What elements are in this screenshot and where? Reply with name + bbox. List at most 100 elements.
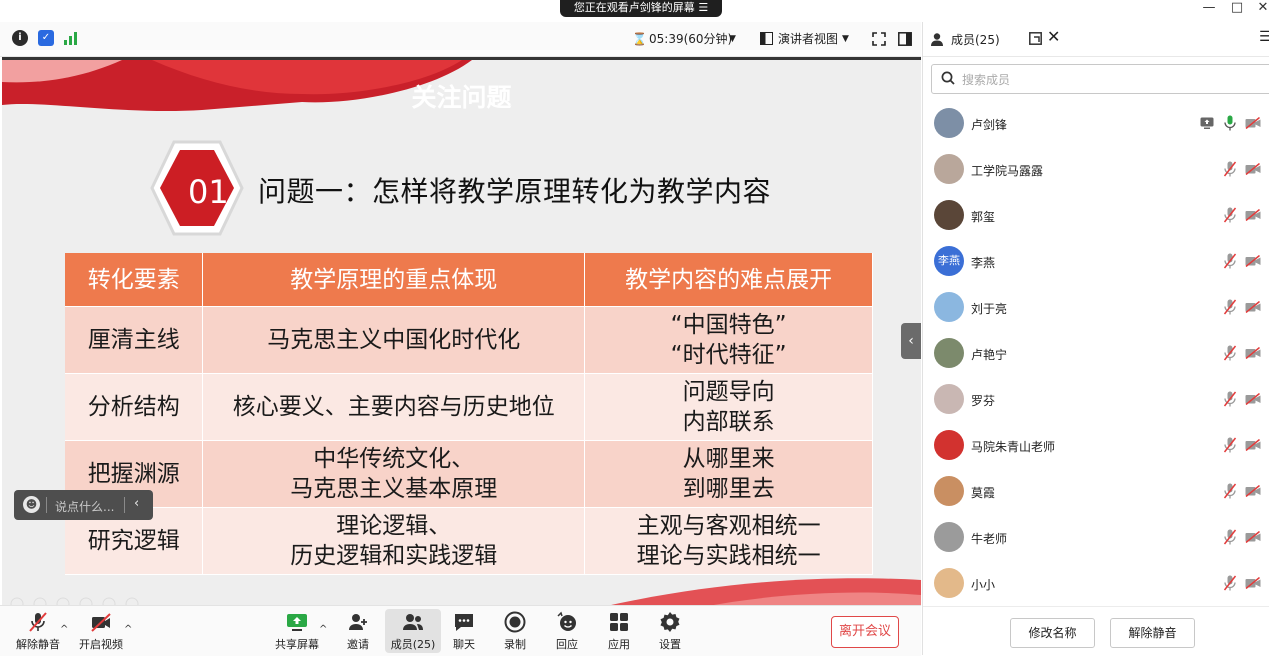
- mic-muted-icon[interactable]: [1223, 391, 1237, 407]
- member-row[interactable]: 卢艳宁: [923, 331, 1269, 377]
- table-row: 分析结构 核心要义、主要内容与历史地位 问题导向 内部联系: [65, 373, 873, 441]
- chat-button[interactable]: 聊天: [436, 610, 492, 652]
- camera-off-icon[interactable]: [1245, 117, 1261, 129]
- quick-chat-box[interactable]: ☻ 说点什么... ‹: [14, 490, 153, 520]
- view-mode-button[interactable]: 演讲者视图: [778, 30, 838, 48]
- chevron-down-icon[interactable]: ▼: [842, 30, 849, 48]
- apps-button[interactable]: 应用: [591, 610, 647, 652]
- maximize-button[interactable]: □: [1226, 0, 1248, 18]
- avatar: [934, 292, 964, 322]
- close-window-button[interactable]: ✕: [1252, 0, 1269, 18]
- table-cell: 中华传统文化、 马克思主义基本原理: [202, 440, 586, 508]
- emoji-icon[interactable]: ☻: [23, 496, 40, 513]
- fullscreen-icon[interactable]: [872, 32, 886, 46]
- camera-off-icon[interactable]: [1245, 439, 1261, 451]
- security-shield-icon[interactable]: ✓: [38, 30, 54, 46]
- camera-off-icon[interactable]: [1245, 301, 1261, 313]
- question-heading: 问题一：怎样将教学原理转化为教学内容: [258, 175, 772, 208]
- question-number-badge: 01: [188, 173, 229, 211]
- mic-muted-icon[interactable]: [1223, 529, 1237, 545]
- meeting-info-bar: i ✓ ⌛ 05:39(60分钟) ▼ 演讲者视图 ▼: [0, 22, 921, 57]
- mic-muted-icon[interactable]: [1223, 161, 1237, 177]
- table-cell: “中国特色” “时代特征”: [584, 306, 873, 374]
- mic-muted-icon[interactable]: [1223, 345, 1237, 361]
- meeting-timer[interactable]: 05:39(60分钟): [649, 30, 732, 48]
- table-cell: 马克思主义中国化时代化: [202, 306, 586, 374]
- mic-muted-icon[interactable]: [1223, 437, 1237, 453]
- member-row[interactable]: 牛老师: [923, 515, 1269, 561]
- settings-button[interactable]: 设置: [642, 610, 698, 652]
- table-cell: 核心要义、主要内容与历史地位: [202, 373, 586, 441]
- camera-off-icon[interactable]: [1245, 393, 1261, 405]
- members-panel: 成员(25) ✕ ☰ 搜索成员 卢剑锋工学院马露露 郭玺 李燕 李燕 刘于亮卢艳宁罗芬马…: [922, 22, 1269, 655]
- start-video-button[interactable]: 开启视频: [73, 610, 129, 652]
- video-off-icon: [91, 613, 111, 632]
- member-name: 罗芬: [971, 394, 996, 408]
- video-options-caret[interactable]: ^: [124, 624, 132, 635]
- layout-panel-icon[interactable]: [898, 32, 912, 46]
- member-search-input[interactable]: 搜索成员: [931, 64, 1269, 94]
- member-row[interactable]: 刘于亮: [923, 285, 1269, 331]
- mic-muted-icon[interactable]: [1223, 253, 1237, 269]
- shared-slide: 关注问题 01 问题一：怎样将教学原理转化为教学内容 转化要素 教学原理的重点体…: [2, 57, 921, 607]
- share-screen-button[interactable]: 共享屏幕: [269, 610, 325, 652]
- member-name: 李燕: [971, 256, 996, 270]
- member-row[interactable]: 小小: [923, 561, 1269, 607]
- avatar: [934, 108, 964, 138]
- members-button[interactable]: 成员(25): [385, 609, 441, 653]
- network-signal-icon[interactable]: [64, 32, 78, 45]
- camera-off-icon[interactable]: [1245, 255, 1261, 267]
- record-button[interactable]: 录制: [487, 610, 543, 652]
- chevron-left-icon: ‹: [908, 333, 914, 349]
- apps-grid-icon: [610, 613, 628, 631]
- table-cell: 主观与客观相统一 理论与实践相统一: [584, 507, 873, 575]
- member-name: 卢艳宁: [971, 348, 1008, 362]
- pop-out-icon[interactable]: [1029, 32, 1042, 45]
- info-icon[interactable]: i: [12, 30, 28, 46]
- member-row[interactable]: 郭玺: [923, 193, 1269, 239]
- close-panel-icon[interactable]: ✕: [1047, 27, 1060, 46]
- member-row[interactable]: 莫霞: [923, 469, 1269, 515]
- camera-off-icon[interactable]: [1245, 163, 1261, 175]
- screen-share-banner[interactable]: 您正在观看卢剑锋的屏幕 ☰: [560, 0, 722, 17]
- collapse-panel-button[interactable]: ‹: [901, 323, 921, 359]
- reaction-icon: [557, 611, 576, 631]
- mic-muted-icon[interactable]: [1223, 483, 1237, 499]
- share-menu-icon: ☰: [698, 1, 709, 14]
- camera-off-icon[interactable]: [1245, 209, 1261, 221]
- invite-button[interactable]: 邀请: [330, 610, 386, 652]
- camera-off-icon[interactable]: [1245, 347, 1261, 359]
- minimize-button[interactable]: —: [1198, 0, 1220, 18]
- collapse-chat-icon[interactable]: ‹: [134, 496, 139, 511]
- member-row[interactable]: 马院朱青山老师: [923, 423, 1269, 469]
- member-row[interactable]: 李燕 李燕: [923, 239, 1269, 285]
- mic-muted-icon[interactable]: [1223, 299, 1237, 315]
- member-row[interactable]: 罗芬: [923, 377, 1269, 423]
- mic-active-icon[interactable]: [1223, 115, 1237, 131]
- camera-off-icon[interactable]: [1245, 485, 1261, 497]
- gear-icon: [660, 612, 680, 632]
- slide-title: 关注问题: [411, 83, 512, 112]
- mic-muted-icon[interactable]: [1223, 207, 1237, 223]
- camera-off-icon[interactable]: [1245, 531, 1261, 543]
- mic-muted-icon[interactable]: [1223, 575, 1237, 591]
- search-placeholder: 搜索成员: [962, 73, 1011, 87]
- member-name: 马院朱青山老师: [971, 440, 1056, 454]
- table-row: 厘清主线 马克思主义中国化时代化 “中国特色” “时代特征”: [65, 306, 873, 374]
- chat-input[interactable]: 说点什么...: [55, 498, 114, 515]
- reactions-button[interactable]: 回应: [539, 610, 595, 652]
- member-name: 卢剑锋: [971, 118, 1008, 132]
- camera-off-icon[interactable]: [1245, 577, 1261, 589]
- more-menu-icon[interactable]: ☰: [1259, 29, 1269, 45]
- member-row[interactable]: 工学院马露露: [923, 147, 1269, 193]
- rename-button[interactable]: 修改名称: [1010, 618, 1095, 648]
- share-options-caret[interactable]: ^: [319, 624, 327, 635]
- audio-options-caret[interactable]: ^: [60, 624, 68, 635]
- member-row[interactable]: 卢剑锋: [923, 101, 1269, 147]
- table-header-row: 转化要素 教学原理的重点体现 教学内容的难点展开: [65, 253, 873, 307]
- unmute-button[interactable]: 解除静音: [10, 610, 66, 652]
- chevron-down-icon[interactable]: ▼: [729, 30, 736, 48]
- panel-header: 成员(25) ✕ ☰: [923, 22, 1269, 57]
- unmute-all-button[interactable]: 解除静音: [1110, 618, 1195, 648]
- leave-meeting-button[interactable]: 离开会议: [831, 616, 899, 648]
